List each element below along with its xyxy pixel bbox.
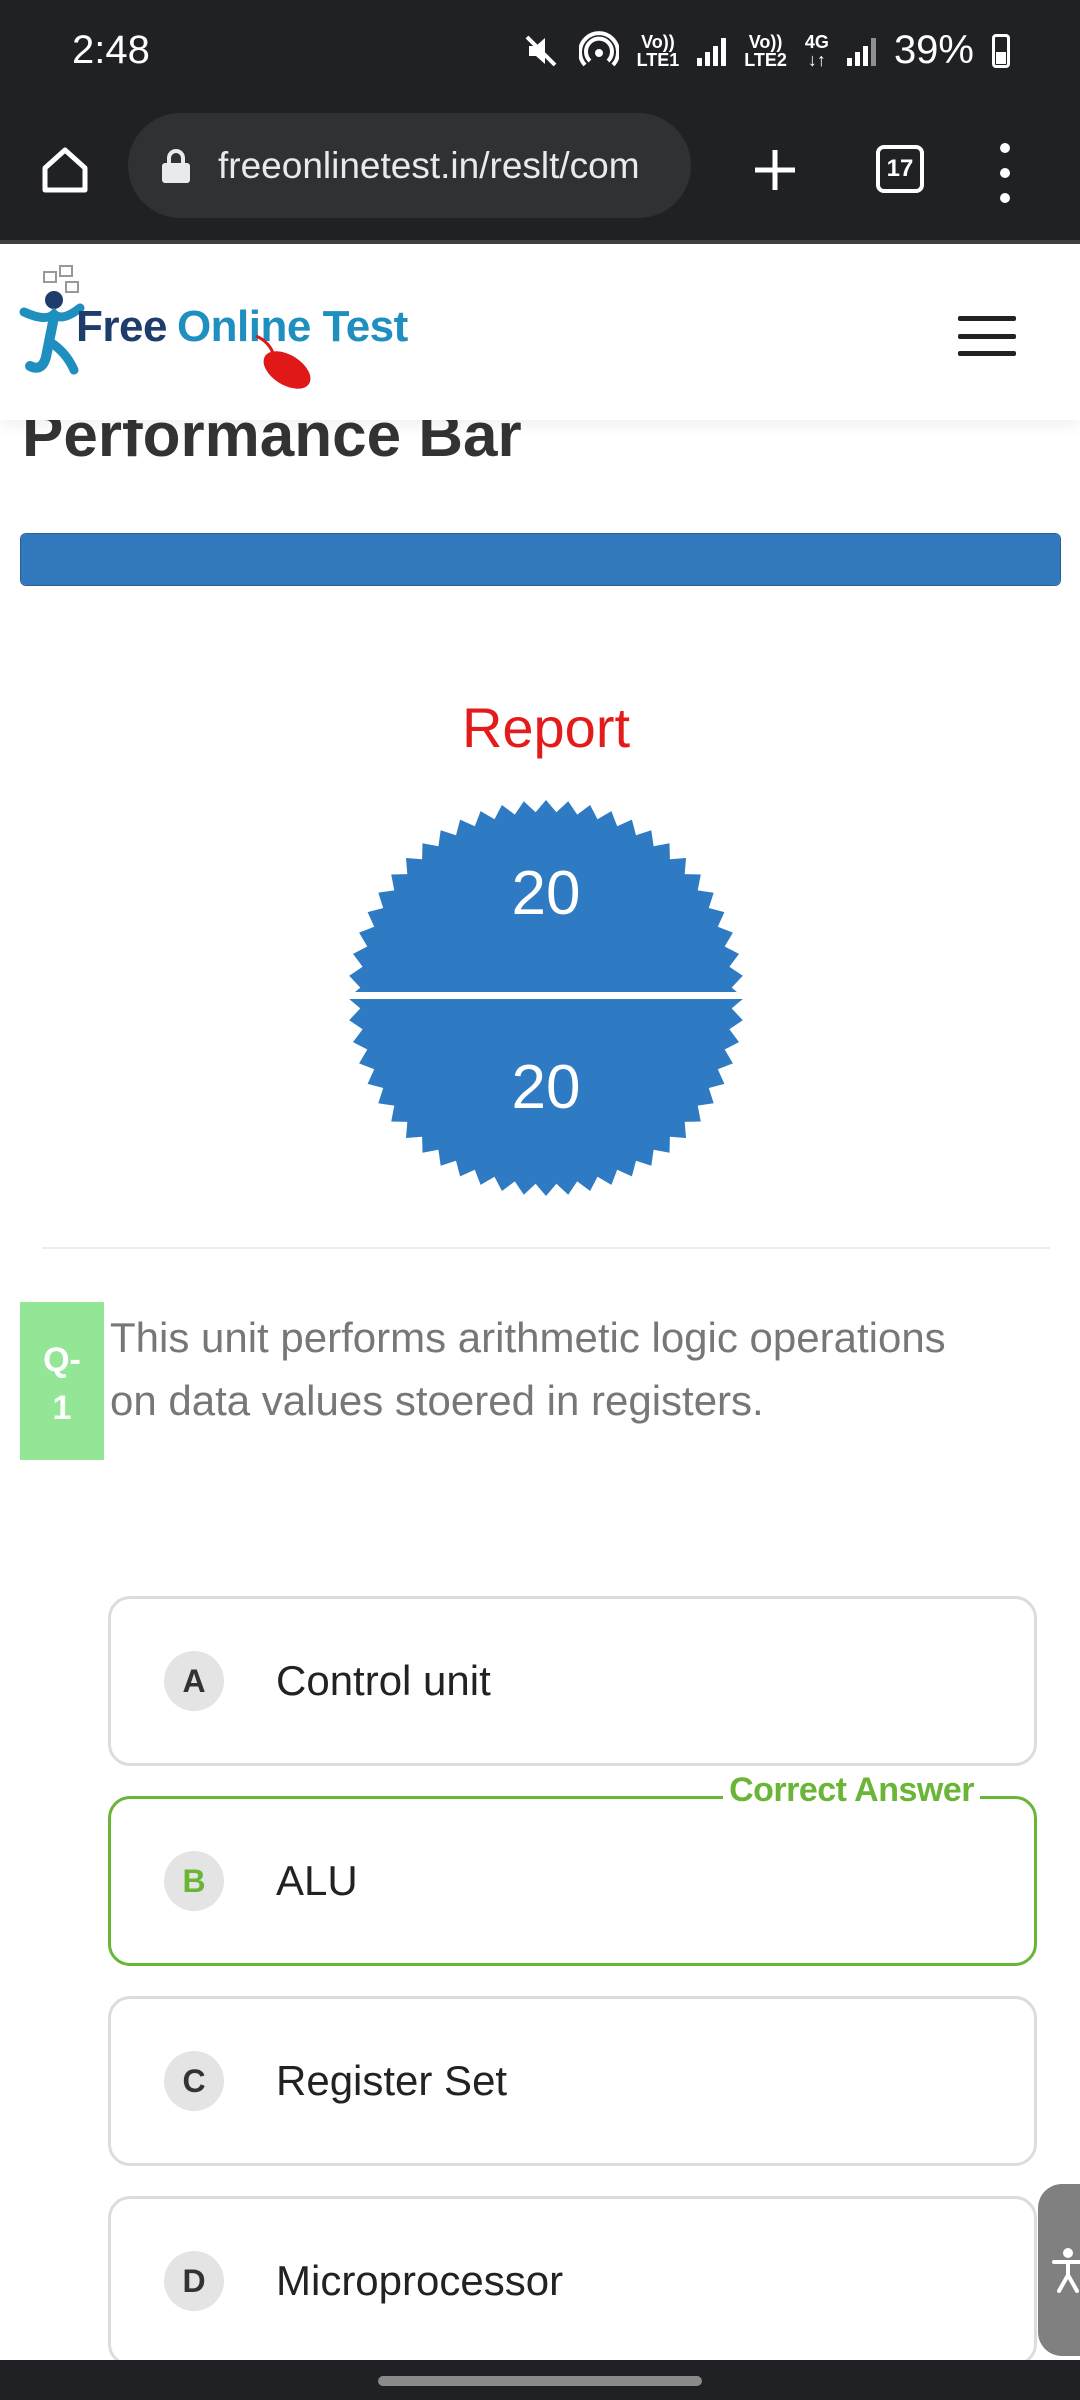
volte2-label: Vo)) LTE2 [744,31,787,70]
tab-switcher-button[interactable]: 17 [876,145,924,193]
new-tab-button[interactable] [745,135,805,205]
hamburger-menu-button[interactable] [958,316,1016,356]
battery-percent: 39% [893,28,974,72]
mouse-icon [255,334,311,389]
accessibility-button[interactable] [1038,2184,1080,2356]
url-text: freeonlinetest.in/reslt/com [218,144,640,186]
logo-text: Free Online Test [76,302,408,352]
site-logo[interactable]: Free Online Test [16,262,416,402]
navigation-gesture-bar [0,2360,1080,2400]
option-a[interactable]: A Control unit [108,1596,1037,1766]
option-letter: A [164,1651,224,1711]
volte1-label: Vo)) LTE1 [636,31,680,70]
hotspot-icon [578,30,619,66]
correct-answer-label: Correct Answer [723,1771,980,1810]
home-icon [42,147,88,193]
performance-bar-fill [21,534,1060,585]
gesture-handle[interactable] [378,2376,702,2386]
option-text: Register Set [276,2057,508,2104]
performance-bar [20,533,1061,586]
option-c[interactable]: C Register Set [108,1996,1037,2166]
signal-icon-1 [697,36,727,66]
option-letter: B [164,1851,224,1911]
option-b[interactable]: Correct Answer B ALU [108,1771,1037,1966]
network-type-label: 4G ↓↑ [804,31,829,70]
option-text: ALU [276,1857,358,1904]
site-header: Free Online Test [0,240,1080,420]
score-badge: 20 20 [348,800,744,1196]
option-text: Microprocessor [276,2257,564,2304]
logo-word-free: Free [76,302,167,351]
address-bar[interactable]: freeonlinetest.in/reslt/com [128,113,691,218]
option-d[interactable]: D Microprocessor [108,2196,1037,2366]
accessibility-icon [1052,2248,1080,2293]
question-text: This unit performs arithmetic logic oper… [110,1314,946,1424]
option-letter: C [164,2051,224,2111]
question-number-badge: Q- 1 [20,1302,104,1460]
score-obtained: 20 [511,859,581,928]
option-text: Control unit [276,1657,491,1704]
browser-toolbar: freeonlinetest.in/reslt/com 17 [0,105,1080,240]
status-icons: Vo)) LTE1 Vo)) LTE2 4G ↓↑ 39% [521,28,1010,73]
score-total: 20 [511,1053,581,1122]
home-button[interactable] [30,135,100,205]
battery-icon [992,33,1010,68]
status-bar: 2:48 Vo)) LTE1 Vo)) LTE2 4G ↓↑ 39% [0,0,1080,105]
lock-icon [162,148,190,183]
option-letter: D [164,2251,224,2311]
plus-icon [755,150,795,190]
section-divider [42,1247,1050,1249]
report-title: Report [461,696,631,759]
mute-icon [525,35,556,66]
signal-icon-2 [846,36,876,66]
browser-menu-button[interactable] [990,143,1020,203]
status-time: 2:48 [72,28,150,72]
